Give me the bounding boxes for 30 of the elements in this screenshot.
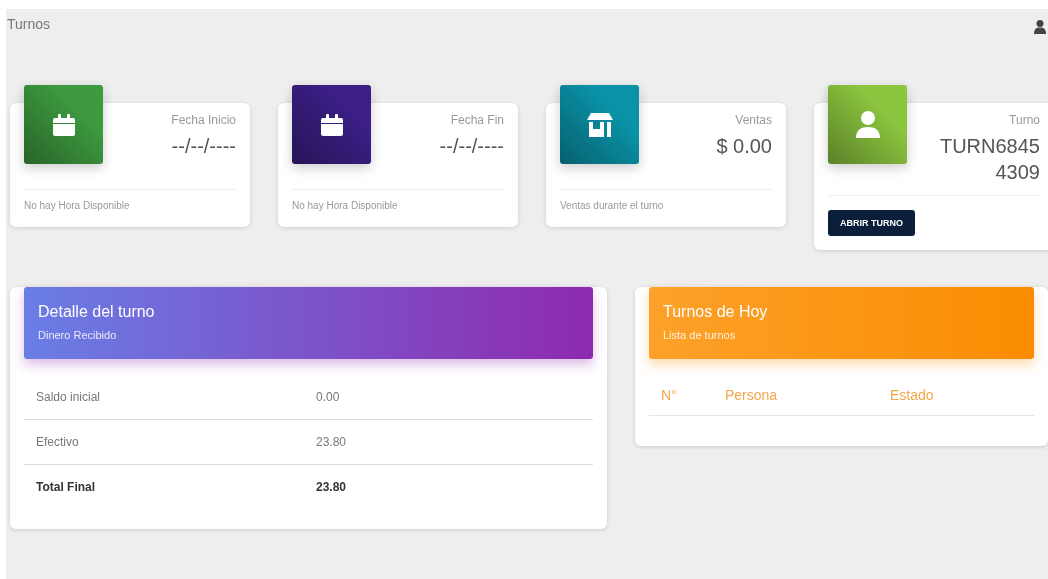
- panel-title: Detalle del turno: [38, 303, 156, 321]
- row-label: Efectivo: [36, 435, 80, 449]
- row-label: Total Final: [36, 480, 97, 494]
- calendar-icon: [52, 113, 75, 136]
- row-value: 23.80: [316, 435, 348, 449]
- row-value: 23.80: [316, 480, 348, 494]
- stat-label: Turno: [1009, 113, 1040, 127]
- panel-title: Turnos de Hoy: [663, 303, 769, 321]
- stat-footer: No hay Hora Disponible: [24, 200, 236, 227]
- column-header: N°: [661, 387, 678, 403]
- stat-label: Ventas: [735, 113, 772, 127]
- column-header: Persona: [725, 387, 779, 403]
- page-title: Turnos: [7, 16, 51, 32]
- stat-value: $ 0.00: [715, 134, 772, 159]
- panel-subtitle: Lista de turnos: [663, 329, 737, 341]
- stat-value: TURN6845 4309: [938, 134, 1040, 185]
- stat-label: Fecha Inicio: [171, 113, 236, 127]
- stat-footer: No hay Hora Disponible: [292, 200, 504, 227]
- store-icon: [586, 112, 613, 137]
- row-label: Saldo inicial: [36, 390, 102, 404]
- panel-subtitle: Dinero Recibido: [38, 329, 118, 341]
- stat-value: --/--/----: [438, 134, 504, 159]
- column-header: Estado: [890, 387, 935, 403]
- calendar-icon: [320, 113, 343, 136]
- row-value: 0.00: [316, 390, 341, 404]
- stat-label: Fecha Fin: [450, 113, 504, 127]
- open-shift-button[interactable]: ABRIR TURNO: [828, 210, 915, 236]
- user-icon[interactable]: [1034, 20, 1046, 34]
- stat-footer: Ventas durante el turno: [560, 200, 772, 227]
- stat-value: --/--/----: [170, 134, 236, 159]
